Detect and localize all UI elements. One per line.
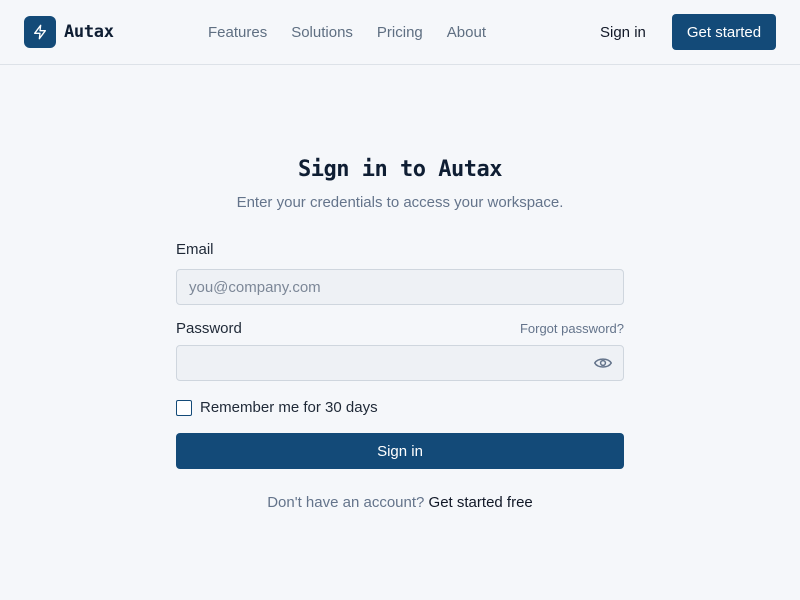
page-subtitle: Enter your credentials to access your wo… [236,194,564,211]
email-label: Email [176,241,214,258]
logo[interactable] [24,16,56,48]
get-started-free-link[interactable]: Get started free [429,494,533,511]
email-field[interactable] [176,269,624,305]
brand[interactable]: Autax [24,16,114,48]
sign-in-button[interactable]: Sign in [176,433,624,469]
eye-icon[interactable] [594,355,612,371]
nav-link-pricing[interactable]: Pricing [377,23,423,43]
password-field[interactable] [176,345,624,381]
remember-checkbox[interactable] [176,400,192,416]
signup-prompt: Don't have an account? Get started free [176,493,624,513]
lightning-bolt-icon [34,24,46,40]
sign-in-form: Sign in to Autax Enter your credentials … [176,150,624,511]
forgot-password-link[interactable]: Forgot password? [520,321,624,337]
page-title: Sign in to Autax [298,157,502,182]
remember-me[interactable]: Remember me for 30 days [176,398,378,418]
nav-link-features[interactable]: Features [208,23,267,43]
header-sign-in-link[interactable]: Sign in [600,23,646,43]
main-nav: Features Solutions Pricing About [208,23,510,43]
brand-name: Autax [64,22,114,42]
nav-link-solutions[interactable]: Solutions [291,23,353,43]
nav-link-about[interactable]: About [447,23,486,43]
top-navbar: Autax Features Solutions Pricing About S… [0,0,800,65]
get-started-button[interactable]: Get started [672,14,776,50]
signup-prompt-text: Don't have an account? [267,494,425,511]
remember-label: Remember me for 30 days [200,399,378,416]
password-label: Password [176,320,242,337]
